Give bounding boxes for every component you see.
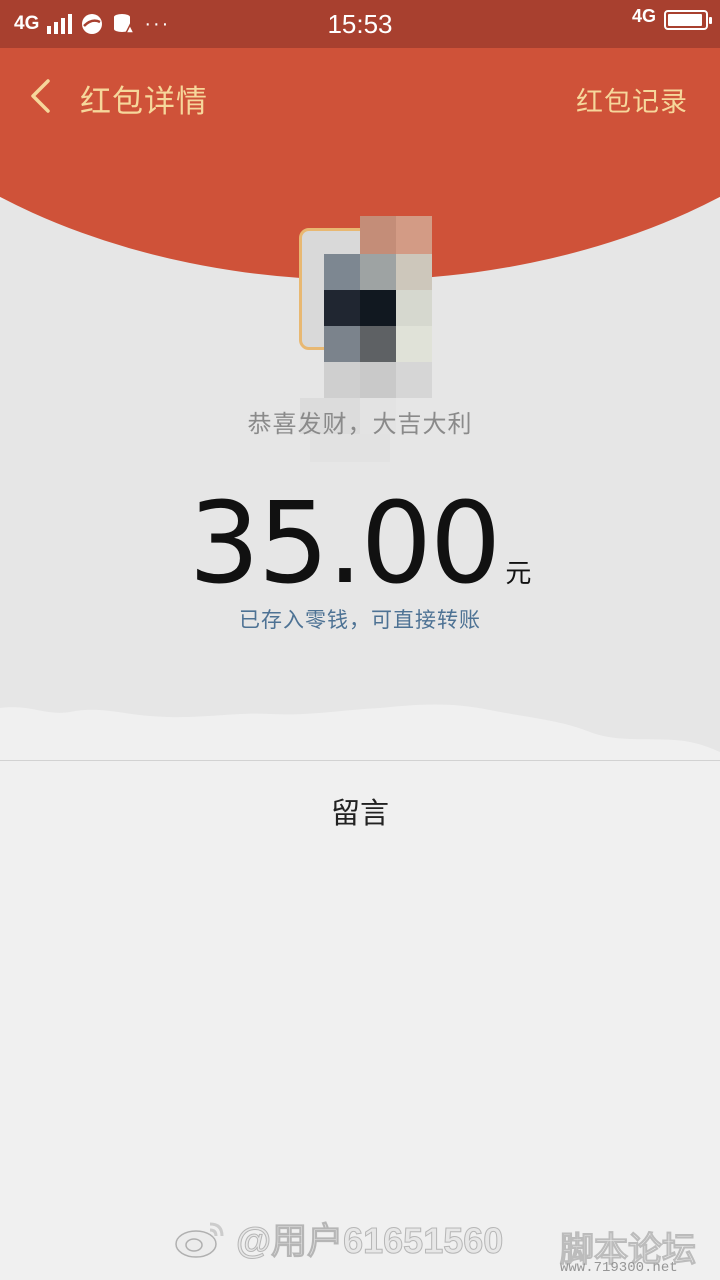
network-type-left: 4G [14,13,40,34]
weibo-watermark: @用户61651560 [174,1208,504,1268]
more-notifications-icon: ··· [144,12,171,35]
data-saver-icon [112,12,136,36]
saved-to-wallet-link[interactable]: 已存入零钱，可直接转账 [0,604,720,634]
network-type-right: 4G [631,6,656,26]
browser-icon [80,12,104,36]
chevron-left-icon [31,79,50,113]
amount-value: 35.00 [188,479,502,609]
section-divider [0,760,720,761]
navbar: 红包详情 红包记录 [0,48,720,144]
signal-icon [47,14,73,34]
page-title: 红包详情 [80,84,208,120]
message-label: 留言 [330,796,389,830]
amount-unit: 元 [505,559,532,589]
battery-icon [664,10,712,30]
sender-greeting: 恭喜发财，大吉大利 [247,410,473,438]
torn-edge-divider [0,704,720,762]
amount-row: 35.00 元 [0,488,720,600]
weibo-username: @用户61651560 [235,1220,504,1262]
red-packet-records-link[interactable]: 红包记录 [576,80,688,119]
site-url-watermark: www.719300.net [560,1260,678,1276]
back-button[interactable] [22,76,58,116]
status-bar: 4G ··· 15:53 4G [0,0,720,48]
weibo-logo-icon [175,1222,224,1258]
